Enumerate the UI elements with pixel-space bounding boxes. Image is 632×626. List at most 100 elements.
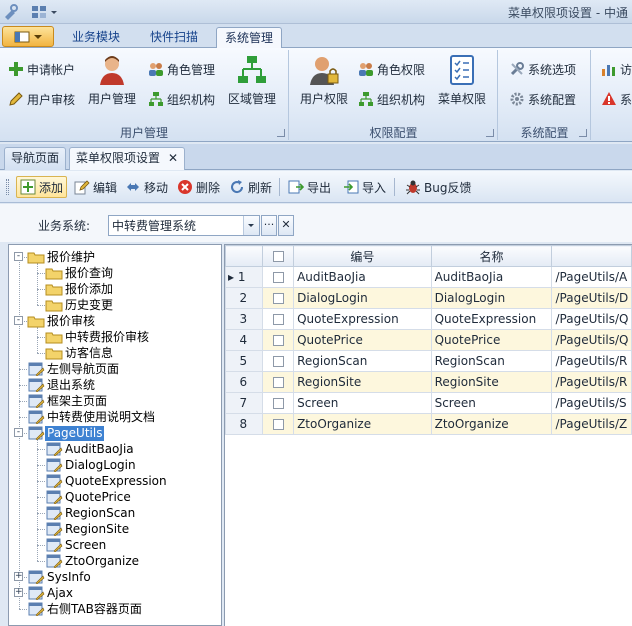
cell-name[interactable]: AuditBaoJia (430, 266, 553, 288)
cell-code[interactable]: RegionScan (293, 350, 432, 372)
row-checkbox[interactable] (261, 371, 295, 393)
row-number-cell[interactable]: ▸ 1 (225, 266, 263, 288)
row-number-cell[interactable]: 3 (225, 308, 263, 330)
select-all-checkbox[interactable] (261, 245, 295, 267)
tree-node[interactable]: 历史变更 (45, 297, 115, 313)
column-header-name[interactable]: 名称 (430, 245, 553, 267)
tab-system-management[interactable]: 系统管理 (216, 27, 283, 49)
tree-node[interactable]: RegionSite (45, 521, 131, 537)
tree-node[interactable]: PageUtils (27, 425, 105, 441)
table-row[interactable]: ▸ 1 AuditBaoJia AuditBaoJia/PageUtils/A (225, 266, 632, 288)
cell-code[interactable]: QuotePrice (293, 329, 432, 351)
apply-account-button[interactable]: 申请帐户 (8, 58, 75, 80)
column-header-code[interactable]: 编号 (293, 245, 432, 267)
row-checkbox[interactable] (261, 266, 295, 288)
cell-path[interactable]: /PageUtils/Z (551, 413, 632, 435)
table-row[interactable]: 3 QuoteExpression QuoteExpression/PageUtil… (225, 308, 632, 330)
cell-code[interactable]: Screen (293, 392, 432, 414)
toolbar-grip[interactable] (6, 179, 9, 195)
system-config-button[interactable]: 系统配置 (509, 88, 576, 110)
tree-node[interactable]: 报价审核 (27, 313, 97, 329)
doc-tab-navigation[interactable]: 导航页面 (4, 147, 67, 170)
cell-path[interactable]: /PageUtils/D (551, 287, 632, 309)
visit-stats-button[interactable]: 访 (601, 58, 632, 80)
bug-report-button[interactable]: Bug反馈 (402, 176, 474, 198)
tree-node[interactable]: Screen (45, 537, 108, 553)
tree-node[interactable]: 中转费报价审核 (45, 329, 151, 345)
cell-path[interactable]: /PageUtils/A (551, 266, 632, 288)
tab-business-module[interactable]: 业务模块 (64, 27, 128, 49)
user-audit-button[interactable]: 用户审核 (8, 88, 75, 110)
table-row[interactable]: 2 DialogLogin DialogLogin/PageUtils/D (225, 287, 632, 309)
cell-path[interactable]: /PageUtils/R (551, 350, 632, 372)
tree-node[interactable]: DialogLogin (45, 457, 138, 473)
row-number-cell[interactable]: 8 (225, 413, 263, 435)
tree-node[interactable]: AuditBaoJia (45, 441, 136, 457)
table-row[interactable]: 4 QuotePrice QuotePrice/PageUtils/Q (225, 329, 632, 351)
table-row[interactable]: 8 ZtoOrganize ZtoOrganize/PageUtils/Z (225, 413, 632, 435)
tree-node[interactable]: 报价添加 (45, 281, 115, 297)
row-checkbox[interactable] (261, 329, 295, 351)
user-permission-button[interactable]: 用户权限 (300, 54, 348, 107)
tree-node[interactable]: 退出系统 (27, 377, 97, 393)
cell-code[interactable]: DialogLogin (293, 287, 432, 309)
system-warning-button[interactable]: 系 (601, 88, 632, 110)
cell-path[interactable]: /PageUtils/R (551, 371, 632, 393)
dialog-launcher-icon[interactable] (579, 129, 587, 137)
row-number-cell[interactable]: 6 (225, 371, 263, 393)
tree-node[interactable]: 中转费使用说明文档 (27, 409, 157, 425)
tree-node[interactable]: QuotePrice (45, 489, 133, 505)
role-manage-button[interactable]: 角色管理 (148, 58, 215, 80)
tree-node[interactable]: 访客信息 (45, 345, 115, 361)
collapse-icon[interactable]: - (14, 316, 23, 325)
cell-path[interactable]: /PageUtils/Q (551, 308, 632, 330)
clear-filter-button[interactable]: ✕ (278, 215, 294, 236)
add-button[interactable]: 添加 (16, 176, 68, 198)
cell-path[interactable]: /PageUtils/S (551, 392, 632, 414)
cell-code[interactable]: QuoteExpression (293, 308, 432, 330)
tree-node[interactable]: 报价查询 (45, 265, 115, 281)
row-checkbox[interactable] (261, 308, 295, 330)
table-row[interactable]: 7 Screen Screen/PageUtils/S (225, 392, 632, 414)
tree-node[interactable]: 左侧导航页面 (27, 361, 121, 377)
tree-node[interactable]: Ajax (27, 585, 75, 601)
tree-node[interactable]: SysInfo (27, 569, 93, 585)
column-header-path[interactable] (551, 245, 632, 267)
org-permission-button[interactable]: 组织机构 (358, 88, 425, 110)
tree-node[interactable]: 右侧TAB容器页面 (27, 601, 144, 617)
cell-name[interactable]: DialogLogin (430, 287, 553, 309)
expand-icon[interactable]: + (14, 588, 23, 597)
move-button[interactable]: 移动 (122, 176, 171, 198)
cell-name[interactable]: QuoteExpression (430, 308, 553, 330)
combo-dropdown-button[interactable] (243, 216, 259, 235)
cell-name[interactable]: ZtoOrganize (430, 413, 553, 435)
business-system-input[interactable] (109, 216, 243, 235)
region-manage-button[interactable]: 区域管理 (228, 54, 276, 107)
org-structure-button[interactable]: 组织机构 (148, 88, 215, 110)
table-row[interactable]: 6 RegionSite RegionSite/PageUtils/R (225, 371, 632, 393)
user-manage-button[interactable]: 用户管理 (88, 54, 136, 107)
tree-node[interactable]: ZtoOrganize (45, 553, 141, 569)
cell-code[interactable]: ZtoOrganize (293, 413, 432, 435)
cell-name[interactable]: RegionSite (430, 371, 553, 393)
menu-permission-button[interactable]: 菜单权限 (438, 54, 486, 107)
row-checkbox[interactable] (261, 413, 295, 435)
business-system-combo[interactable] (108, 215, 260, 236)
cell-path[interactable]: /PageUtils/Q (551, 329, 632, 351)
collapse-icon[interactable]: - (14, 252, 23, 261)
row-checkbox[interactable] (261, 287, 295, 309)
expand-icon[interactable]: + (14, 572, 23, 581)
table-row[interactable]: 5 RegionScan RegionScan/PageUtils/R (225, 350, 632, 372)
import-button[interactable]: 导入 (340, 176, 389, 198)
edit-button[interactable]: 编辑 (71, 176, 120, 198)
row-number-cell[interactable]: 2 (225, 287, 263, 309)
qat-dropdown-icon[interactable] (50, 3, 58, 21)
tree-node[interactable]: QuoteExpression (45, 473, 169, 489)
browse-button[interactable]: ··· (261, 215, 277, 236)
role-permission-button[interactable]: 角色权限 (358, 58, 425, 80)
cell-name[interactable]: QuotePrice (430, 329, 553, 351)
layout-grid-icon[interactable] (30, 3, 48, 21)
cell-code[interactable]: AuditBaoJia (293, 266, 432, 288)
close-tab-icon[interactable]: ✕ (168, 151, 178, 165)
tree-node[interactable]: 框架主页面 (27, 393, 109, 409)
